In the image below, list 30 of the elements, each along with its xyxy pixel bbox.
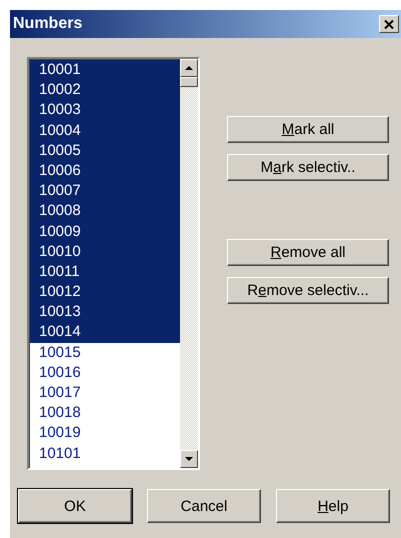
list-item[interactable]: 10005 [30, 140, 180, 161]
list-item[interactable]: 10012 [30, 282, 180, 302]
cancel-button[interactable]: Cancel [147, 489, 261, 523]
list-item[interactable]: 10006 [30, 160, 180, 182]
mark-button[interactable]: Mark selectiv.. [227, 154, 389, 181]
close-icon [384, 20, 394, 28]
ok-button[interactable]: OK [18, 489, 132, 523]
list-item[interactable]: 10002 [30, 80, 180, 100]
scroll-thumb[interactable] [180, 77, 198, 87]
list-item[interactable]: 10008 [30, 201, 180, 222]
list-item[interactable]: 10014 [30, 322, 180, 343]
list-item[interactable]: 10003 [30, 100, 180, 121]
remove-button[interactable]: Remove all [227, 239, 389, 266]
list-item[interactable]: 10011 [30, 262, 180, 282]
remove-button[interactable]: Remove selectiv... [227, 277, 389, 304]
list-item[interactable]: 10010 [30, 242, 180, 262]
list-item[interactable]: 10001 [30, 60, 180, 80]
mark-button[interactable]: Mark all [227, 116, 389, 143]
list-item[interactable]: 10007 [30, 181, 180, 202]
window-title: Numbers [13, 15, 82, 33]
close-button[interactable] [379, 15, 399, 33]
scroll-up-button[interactable] [180, 59, 198, 77]
help-button[interactable]: Help [276, 489, 390, 523]
down-arrow-icon [185, 457, 193, 461]
list-item[interactable]: 10013 [30, 302, 180, 322]
scrollbar[interactable] [180, 59, 198, 468]
up-arrow-icon [185, 66, 193, 70]
list-item[interactable]: 10009 [30, 222, 180, 242]
list-item[interactable]: 10004 [30, 120, 180, 141]
scroll-down-button[interactable] [180, 450, 198, 468]
